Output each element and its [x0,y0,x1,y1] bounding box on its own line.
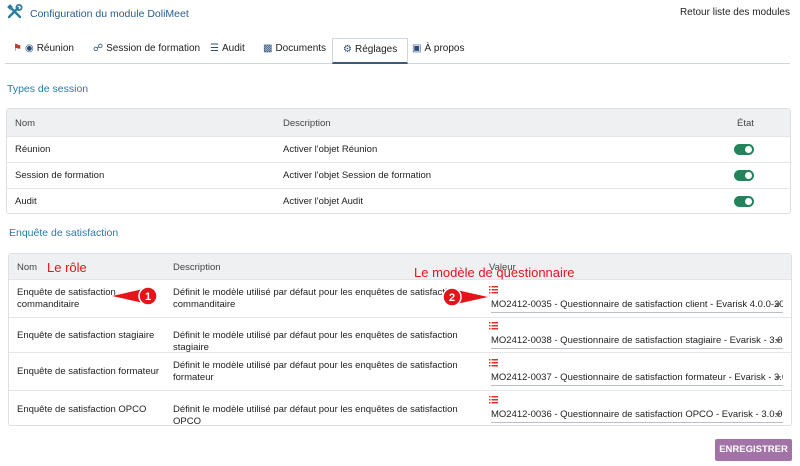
tools-icon [7,4,23,19]
gear-icon: ⚙ [343,44,352,55]
people-icon: ⚑ [13,43,22,54]
list-icon[interactable] [489,286,498,294]
annotation-number: 2 [449,292,455,304]
table-row: Session de formation Activer l'objet Ses… [7,162,790,188]
table-row: Enquête de satisfaction OPCO Définit le … [9,390,791,427]
survey-name: Enquête de satisfaction stagiaire [17,330,155,341]
tab-label: Session de formation [106,43,201,54]
column-header-name: Nom [17,262,38,273]
document-icon: ▩ [263,43,273,54]
presenter-icon: ☍ [93,43,104,54]
tab-label: Documents [275,43,327,54]
toggle-audit[interactable] [734,196,754,207]
tab-audit[interactable]: ☰ Audit [210,38,245,64]
session-type-name: Session de formation [15,170,105,181]
annotation-arrow-2: 2 [442,287,488,307]
survey-name: Enquête de satisfaction commanditaire [17,287,116,310]
session-type-name: Réunion [15,144,51,155]
table-header: Nom Description État [7,109,790,136]
tab-reunion[interactable]: ⚑ ◉ Réunion [13,38,74,64]
annotation-model-label: Le modèle de questionnaire [414,265,575,280]
tab-a-propos[interactable]: ▣ À propos [412,38,464,64]
column-header-state: État [737,118,754,129]
table-row: Enquête de satisfaction stagiaire Défini… [9,317,791,353]
tab-documents[interactable]: ▩ Documents [263,38,326,64]
chevron-down-icon [775,413,781,417]
survey-model-value: MO2412-0036 - Questionnaire de satisfact… [491,409,783,420]
save-button[interactable]: ENREGISTRER [715,439,792,461]
tab-reglages[interactable]: ⚙ Réglages [332,38,409,64]
session-types-table: Nom Description État Réunion Activer l'o… [6,108,791,214]
survey-table: Nom Description Valeur Enquête de satisf… [8,253,792,427]
column-header-name: Nom [15,118,36,129]
page-title: Configuration du module DoliMeet [30,8,189,20]
chevron-down-icon [775,303,781,307]
survey-description: Définit le modèle utilisé par défaut pou… [173,330,458,353]
annotation-role-label: Le rôle [47,260,87,275]
survey-name: Enquête de satisfaction formateur [17,366,160,377]
page-header: Configuration du module DoliMeet Retour … [0,0,800,30]
tab-label: À propos [424,43,465,54]
survey-description: Définit le modèle utilisé par défaut pou… [173,404,458,427]
table-row: Audit Activer l'objet Audit [7,188,790,214]
survey-description: Définit le modèle utilisé par défaut pou… [173,287,458,310]
table-row: Réunion Activer l'objet Réunion [7,136,790,162]
book-icon: ▣ [412,43,422,54]
survey-model-value: MO2412-0038 - Questionnaire de satisfact… [491,335,783,346]
tab-session-formation[interactable]: ☍ Session de formation [93,38,200,64]
session-type-description: Activer l'objet Réunion [283,144,378,155]
tab-label: Audit [221,43,245,54]
survey-model-select[interactable]: MO2412-0036 - Questionnaire de satisfact… [491,408,783,423]
survey-model-select[interactable]: MO2412-0035 - Questionnaire de satisfact… [491,298,783,313]
survey-name: Enquête de satisfaction OPCO [17,404,147,415]
tab-label: Réglages [354,44,398,55]
session-type-description: Activer l'objet Audit [283,196,363,207]
list-icon[interactable] [489,396,498,404]
list-icon: ☰ [210,43,219,54]
table-row: Enquête de satisfaction formateur Défini… [9,352,791,390]
tab-bar: ⚑ ◉ Réunion ☍ Session de formation ☰ Audit ▩… [5,38,790,64]
column-header-description: Description [173,262,221,273]
survey-model-select[interactable]: MO2412-0038 - Questionnaire de satisfact… [491,334,783,349]
chevron-down-icon [775,376,781,380]
column-header-description: Description [283,118,331,129]
table-header: Nom Description Valeur [9,254,791,279]
session-type-name: Audit [15,196,37,207]
chat-icon: ◉ [24,43,34,54]
section-title-session-types: Types de session [7,83,89,95]
survey-model-select[interactable]: MO2412-0037 - Questionnaire de satisfact… [491,371,783,386]
tab-label: Réunion [36,43,74,54]
chevron-down-icon [775,339,781,343]
annotation-number: 1 [145,291,151,303]
survey-model-value: MO2412-0037 - Questionnaire de satisfact… [491,372,783,383]
annotation-arrow-1: 1 [112,286,158,306]
session-type-description: Activer l'objet Session de formation [283,170,432,181]
list-icon[interactable] [489,359,498,367]
survey-model-value: MO2412-0035 - Questionnaire de satisfact… [491,299,783,310]
toggle-reunion[interactable] [734,144,754,155]
toggle-session-formation[interactable] [734,170,754,181]
list-icon[interactable] [489,322,498,330]
back-to-modules-link[interactable]: Retour liste des modules [680,7,790,18]
survey-description: Définit le modèle utilisé par défaut pou… [173,360,458,383]
section-title-survey: Enquête de satisfaction [9,227,119,239]
